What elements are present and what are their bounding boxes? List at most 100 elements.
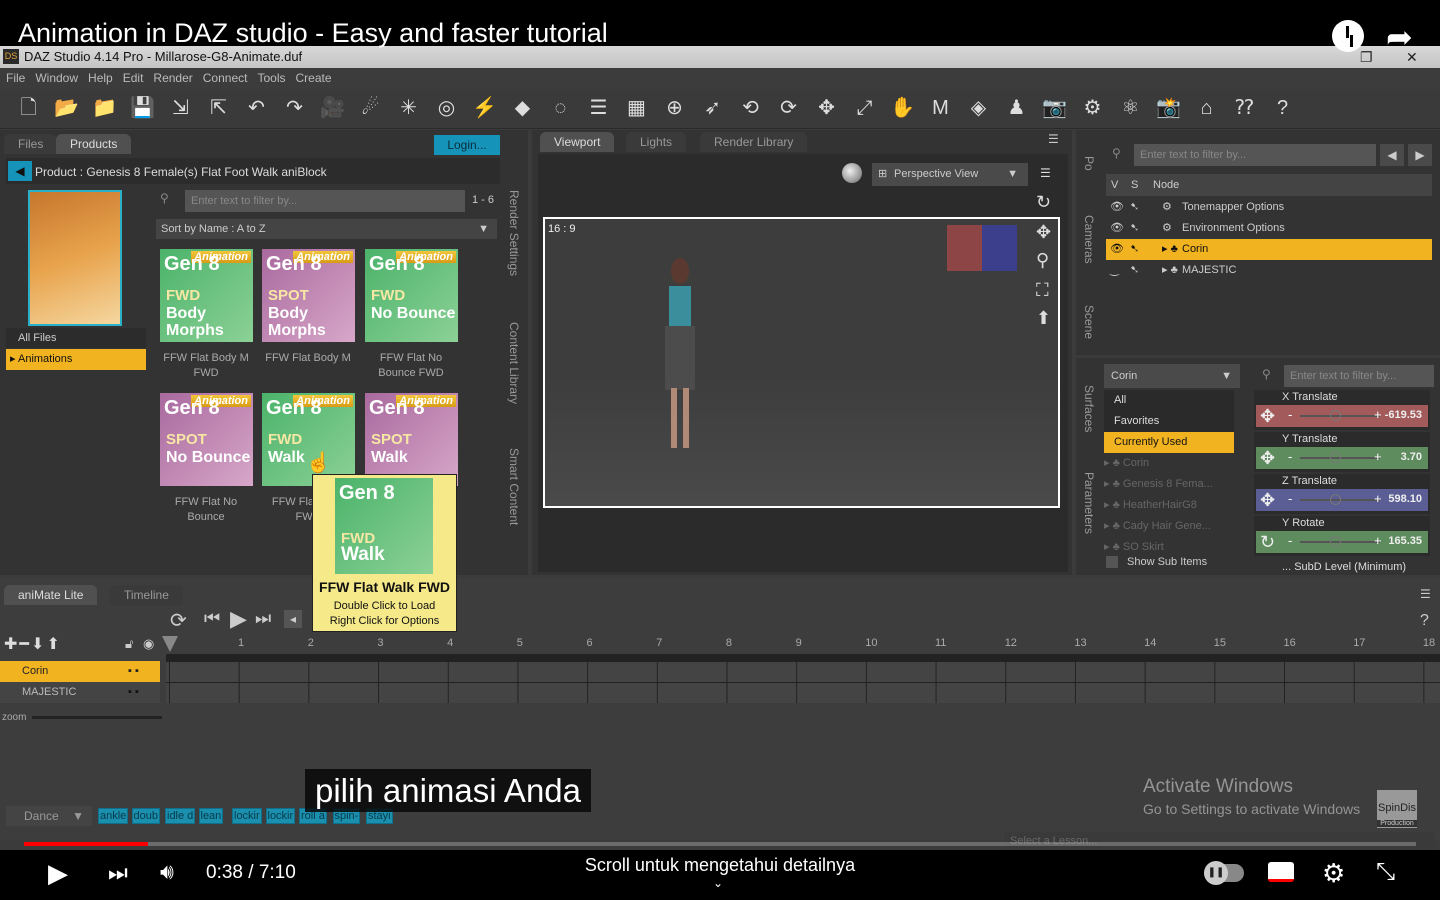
scene-filter-input[interactable]: Enter text to filter by... — [1134, 144, 1376, 166]
tab-content-library[interactable]: Content Library — [507, 322, 521, 404]
rotate-alt-icon[interactable]: ⟳ — [774, 94, 803, 123]
tab-pose[interactable]: Po — [1082, 156, 1096, 171]
select-arrow-icon[interactable]: ➷ — [1130, 260, 1139, 281]
geometry-editor-icon[interactable]: M — [926, 94, 955, 123]
product-item[interactable]: Animation Gen 8 SPOT No Bounce — [160, 393, 253, 486]
lesson-select[interactable]: Select a Lesson... — [1004, 832, 1434, 850]
tab-parameters[interactable]: Parameters — [1082, 472, 1096, 534]
menu-window[interactable]: Window — [35, 68, 78, 89]
new-file-icon[interactable]: 🗋 — [14, 94, 43, 123]
add-spot-light-icon[interactable]: ✳ — [394, 94, 423, 123]
open-icon[interactable]: 📂 — [52, 94, 81, 123]
category-dropdown[interactable]: Dance ▼ — [6, 806, 92, 826]
home-icon[interactable]: ⌂ — [1192, 94, 1221, 123]
volume-button[interactable]: 🔊︎ — [160, 859, 174, 885]
scene-node[interactable]: 👁︎ ➷ ⚙ Tonemapper Options — [1106, 197, 1432, 218]
next-button[interactable]: ⏭ — [108, 860, 128, 886]
visibility-icon[interactable]: ◉ — [143, 636, 154, 652]
import-icon[interactable]: ⇲ — [166, 94, 195, 123]
track-majestic[interactable]: MAJESTIC ▪ ▪ — [0, 682, 160, 703]
param-tree-item[interactable]: ▸ ♣ Genesis 8 Fema... — [1104, 474, 1234, 495]
viewport-menu-icon[interactable]: ☰ — [1040, 166, 1051, 180]
tab-timeline[interactable]: Timeline — [110, 585, 183, 605]
product-item[interactable]: Animation Gen 8 FWD No Bounce — [365, 249, 458, 342]
tab-render-library[interactable]: Render Library — [700, 132, 808, 152]
node-select-icon[interactable]: ➶ — [698, 94, 727, 123]
show-sub-items-checkbox[interactable] — [1106, 556, 1118, 568]
menu-file[interactable]: File — [6, 68, 25, 89]
eye-icon[interactable]: 👁︎ — [1110, 239, 1124, 260]
share-icon[interactable]: ➦ — [1386, 18, 1413, 56]
draw-style-icon[interactable] — [842, 163, 862, 183]
export-icon[interactable]: ⇱ — [204, 94, 233, 123]
subd-level-param[interactable]: ... SubD Level (Minimum) — [1282, 561, 1406, 573]
video-progress-bar[interactable] — [24, 842, 1416, 846]
rotate-icon[interactable]: ⟲ — [736, 94, 765, 123]
parameter-filter-input[interactable]: Enter text to filter by... — [1284, 365, 1434, 387]
render-icon[interactable]: 📷 — [1040, 94, 1069, 123]
help-whats-this-icon[interactable]: ⁇ — [1230, 94, 1259, 123]
translate-icon[interactable]: ✥ — [812, 94, 841, 123]
play-icon[interactable]: ▶ — [230, 606, 247, 632]
aniblock[interactable]: ankle — [98, 808, 129, 824]
video-title[interactable]: Animation in DAZ studio - Easy and faste… — [18, 18, 608, 49]
skip-end-icon[interactable]: ⏭ — [255, 608, 271, 629]
surface-selection-icon[interactable]: ◈ — [964, 94, 993, 123]
content-filter-input[interactable]: Enter text to filter by... — [185, 190, 465, 212]
tab-animate-lite[interactable]: aniMate Lite — [4, 585, 98, 605]
aniblock[interactable]: lockir — [232, 808, 262, 824]
parameter-slider[interactable]: Z Translate ✥ - + 598.10 — [1254, 474, 1430, 514]
tab-render-settings[interactable]: Render Settings — [507, 190, 521, 276]
lock-icon[interactable]: 🔓︎ — [125, 636, 133, 652]
menu-tools[interactable]: Tools — [257, 68, 285, 89]
playhead[interactable] — [162, 636, 178, 652]
back-arrow-icon[interactable]: ◀ — [8, 161, 32, 181]
universal-tool-icon[interactable]: ⊕ — [660, 94, 689, 123]
restore-icon[interactable]: ❐ — [1360, 46, 1373, 68]
step-back-icon[interactable]: ◂ — [284, 610, 302, 628]
parameter-slider[interactable]: Y Translate ✥ - + 3.70 — [1254, 432, 1430, 472]
redo-icon[interactable]: ↷ — [280, 94, 309, 123]
param-tree-item[interactable]: ▸ ♣ HeatherHairG8 — [1104, 495, 1234, 516]
tab-products[interactable]: Products — [56, 134, 132, 154]
help-icon[interactable]: ? — [1420, 612, 1429, 630]
frame-icon[interactable]: ⛶ — [1036, 280, 1049, 301]
product-item[interactable]: Animation Gen 8 FWD Body Morphs — [160, 249, 253, 342]
loop-icon[interactable]: ⟳ — [170, 608, 187, 633]
sort-dropdown[interactable]: Sort by Name : A to Z ▼ — [156, 219, 497, 239]
zoom-camera-icon[interactable]: ⚲ — [1036, 250, 1049, 271]
watch-later-icon[interactable] — [1332, 20, 1364, 52]
parameter-slider[interactable]: Y Rotate ↻ - + 165.35 — [1254, 516, 1430, 556]
tab-files[interactable]: Files — [4, 134, 58, 154]
merge-icon[interactable]: 📁 — [90, 94, 119, 123]
skip-start-icon[interactable]: ⏮ — [204, 608, 220, 629]
track-corin[interactable]: Corin ▪ ▪ — [0, 661, 160, 682]
scale-icon[interactable]: ⤢ — [850, 94, 879, 123]
tab-surfaces[interactable]: Surfaces — [1082, 385, 1096, 432]
param-tree-item[interactable]: ▸ ♣ Cady Hair Gene... — [1104, 516, 1234, 537]
joint-editor-icon[interactable]: ✋ — [888, 94, 917, 123]
select-arrow-icon[interactable]: ➷ — [1130, 239, 1139, 260]
figure-tool-icon[interactable]: ♟ — [1002, 94, 1031, 123]
product-item[interactable]: Animation Gen 8 SPOT Body Morphs — [262, 249, 355, 342]
eye-icon[interactable]: ‿ — [1110, 260, 1119, 281]
align-icon[interactable]: ☰ — [584, 94, 613, 123]
scene-node[interactable]: ‿ ➷ ▸ ♣ MAJESTIC — [1106, 260, 1432, 281]
menu-render[interactable]: Render — [153, 68, 192, 89]
render-settings-icon[interactable]: ⚙ — [1078, 94, 1107, 123]
panel-menu-icon[interactable]: ☰ — [1420, 587, 1431, 601]
column-selectable[interactable]: S — [1131, 174, 1138, 196]
grid-icon[interactable]: ▦ — [622, 94, 651, 123]
help-icon[interactable]: ? — [1268, 94, 1297, 123]
menu-help[interactable]: Help — [88, 68, 113, 89]
menu-create[interactable]: Create — [295, 68, 331, 89]
scroll-hint[interactable]: Scroll untuk mengetahui detailnya — [560, 855, 880, 876]
orbit-camera-icon[interactable]: ↻ — [1036, 192, 1051, 213]
tab-viewport[interactable]: Viewport — [540, 132, 615, 152]
param-tree-item[interactable]: ▸ ♣ SO Skirt — [1104, 537, 1234, 558]
menu-edit[interactable]: Edit — [123, 68, 144, 89]
param-group[interactable]: Favorites — [1104, 411, 1234, 432]
param-group[interactable]: All — [1104, 390, 1234, 411]
tab-lights[interactable]: Lights — [626, 132, 687, 152]
tab-cameras[interactable]: Cameras — [1082, 215, 1096, 264]
